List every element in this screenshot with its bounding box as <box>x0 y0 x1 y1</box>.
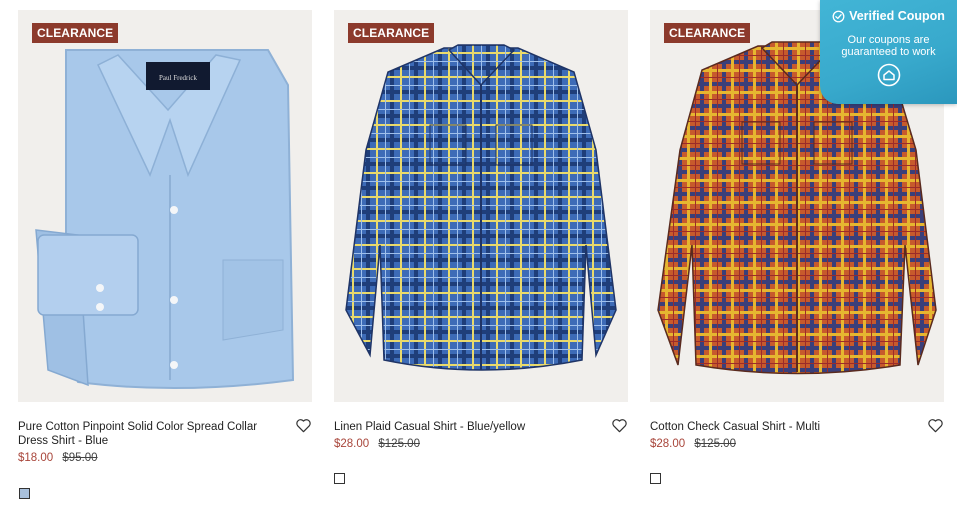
color-swatch[interactable] <box>334 473 345 484</box>
color-swatch[interactable] <box>650 473 661 484</box>
coupon-subtitle: Our coupons are guaranteed to work <box>841 34 936 58</box>
heart-icon[interactable] <box>611 418 628 433</box>
original-price: $125.00 <box>694 438 736 450</box>
heart-icon[interactable] <box>295 418 312 433</box>
product-image[interactable]: CLEARANCE Paul Fredrick <box>18 10 312 402</box>
product-title[interactable]: Linen Plaid Casual Shirt - Blue/yellow <box>334 420 628 434</box>
color-swatch[interactable] <box>19 488 30 499</box>
heart-icon[interactable] <box>927 418 944 433</box>
product-card[interactable]: CLEARANCE Paul Fredrick Pure Cotton Pinp… <box>18 10 312 464</box>
plaid-shirt-image <box>345 44 617 371</box>
original-price: $125.00 <box>378 438 420 450</box>
product-title[interactable]: Pure Cotton Pinpoint Solid Color Spread … <box>18 420 312 448</box>
dress-shirt-image: Paul Fredrick <box>35 49 295 390</box>
check-circle-icon <box>832 10 845 22</box>
verified-coupon-widget[interactable]: Verified Coupon Our coupons are guarante… <box>820 0 957 104</box>
sale-price: $28.00 <box>334 438 370 450</box>
product-card[interactable]: CLEARANCE Linen Plaid Casual Shirt - Blu… <box>334 10 628 450</box>
clearance-badge: CLEARANCE <box>32 23 119 43</box>
product-image[interactable]: CLEARANCE <box>334 10 628 402</box>
product-title[interactable]: Cotton Check Casual Shirt - Multi <box>650 420 944 434</box>
home-icon[interactable] <box>877 63 901 87</box>
clearance-badge: CLEARANCE <box>348 23 435 43</box>
original-price: $95.00 <box>62 452 98 464</box>
sale-price: $18.00 <box>18 452 54 464</box>
svg-text:Paul Fredrick: Paul Fredrick <box>159 74 197 82</box>
sale-price: $28.00 <box>650 438 686 450</box>
clearance-badge: CLEARANCE <box>664 23 751 43</box>
coupon-title: Verified Coupon <box>849 9 945 23</box>
